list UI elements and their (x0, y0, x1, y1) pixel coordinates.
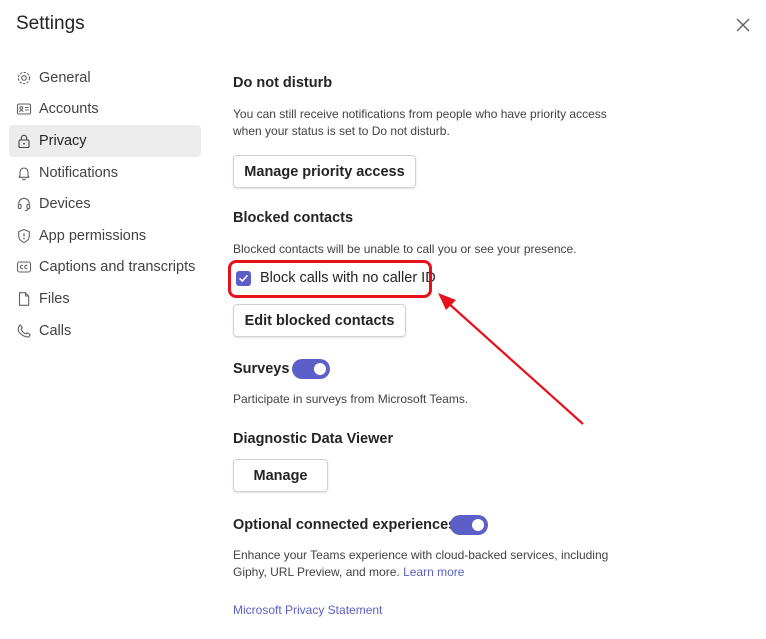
sidebar-item-label: Privacy (39, 132, 87, 149)
toggle-knob (314, 363, 326, 375)
bell-icon (15, 164, 33, 182)
shield-icon (15, 227, 33, 245)
file-icon (15, 290, 33, 308)
id-card-icon (15, 100, 33, 118)
dnd-heading: Do not disturb (233, 75, 333, 91)
sidebar-item-app-permissions[interactable]: App permissions (9, 220, 201, 252)
optional-experiences-toggle[interactable] (450, 515, 488, 535)
sidebar-item-label: Files (39, 290, 70, 307)
optional-experiences-heading: Optional connected experiences (233, 517, 457, 533)
sidebar-item-label: Notifications (39, 164, 118, 181)
sidebar-item-notifications[interactable]: Notifications (9, 157, 201, 189)
edit-blocked-contacts-button[interactable]: Edit blocked contacts (233, 304, 406, 337)
sidebar-item-devices[interactable]: Devices (9, 188, 201, 220)
surveys-description: Participate in surveys from Microsoft Te… (233, 392, 469, 406)
sidebar-item-label: App permissions (39, 227, 147, 244)
privacy-statement-link[interactable]: Microsoft Privacy Statement (233, 602, 382, 619)
sidebar-item-label: General (39, 69, 91, 86)
settings-sidebar: General Accounts Privacy Notifications D… (9, 62, 201, 346)
sidebar-item-label: Devices (39, 196, 91, 213)
closed-captions-icon (15, 258, 33, 276)
dnd-description: You can still receive notifications from… (233, 107, 607, 138)
manage-diagnostic-button[interactable]: Manage (233, 459, 328, 492)
surveys-heading: Surveys (233, 361, 290, 377)
sidebar-item-label: Calls (39, 322, 72, 339)
headset-icon (15, 195, 33, 213)
sidebar-item-label: Captions and transcripts (39, 259, 196, 276)
surveys-toggle[interactable] (292, 359, 330, 379)
sidebar-item-calls[interactable]: Calls (9, 315, 201, 347)
sidebar-item-files[interactable]: Files (9, 283, 201, 315)
learn-more-link[interactable]: Learn more (403, 565, 464, 579)
toggle-knob (472, 519, 484, 531)
checkbox-checked-icon[interactable] (236, 270, 251, 286)
sidebar-item-privacy[interactable]: Privacy (9, 125, 201, 157)
close-icon[interactable] (734, 16, 752, 34)
sidebar-item-accounts[interactable]: Accounts (9, 94, 201, 126)
blocked-contacts-heading: Blocked contacts (233, 210, 354, 226)
phone-icon (15, 322, 33, 340)
gear-icon (15, 69, 33, 87)
blocked-contacts-description: Blocked contacts will be unable to call … (233, 242, 577, 256)
manage-priority-access-button[interactable]: Manage priority access (233, 155, 416, 188)
diagnostic-heading: Diagnostic Data Viewer (233, 431, 394, 447)
optional-experiences-description: Enhance your Teams experience with cloud… (233, 547, 613, 581)
block-no-caller-id-checkbox[interactable]: Block calls with no caller ID (236, 270, 436, 286)
sidebar-item-label: Accounts (39, 101, 99, 118)
page-title: Settings (16, 13, 85, 34)
sidebar-item-general[interactable]: General (9, 62, 201, 94)
block-no-caller-id-label: Block calls with no caller ID (260, 270, 436, 286)
sidebar-item-captions[interactable]: Captions and transcripts (9, 252, 201, 284)
lock-icon (15, 132, 33, 150)
